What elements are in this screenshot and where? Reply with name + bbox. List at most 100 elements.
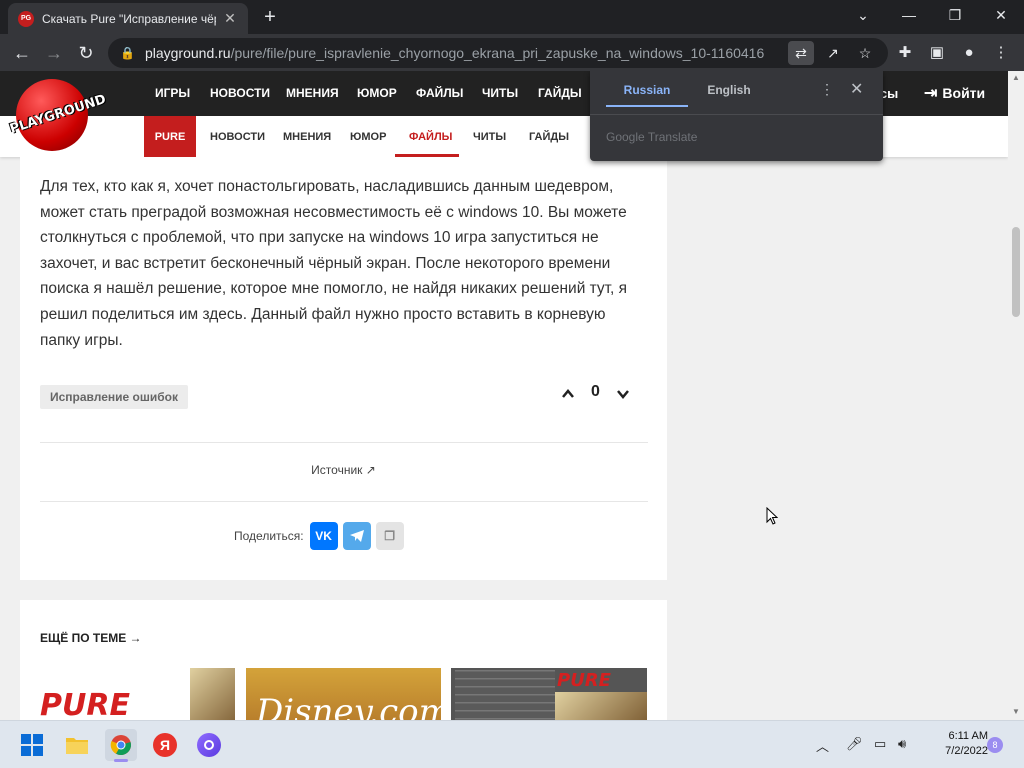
divider [40,442,648,443]
article-line: папку игры. [40,331,123,349]
subnav-item-news[interactable]: НОВОСТИ [210,131,265,143]
network-icon[interactable]: ▭ [874,736,886,752]
related-thumb[interactable]: PURE [451,668,647,720]
external-link-icon: ↗ [365,463,376,477]
nav-item-cheats[interactable]: ЧИТЫ [482,86,518,100]
windows-logo-icon [21,734,43,756]
subnav-item-cheats[interactable]: ЧИТЫ [473,131,506,143]
clock-date: 7/2/2022 [945,745,988,757]
translate-close-icon[interactable]: ✕ [850,79,863,99]
url-text: playground.ru/pure/file/pure_ispravlenie… [144,45,765,61]
lock-icon[interactable]: 🔒 [120,46,135,60]
nav-item-opinions[interactable]: МНЕНИЯ [286,86,339,100]
tab-close-icon[interactable]: ✕ [222,10,238,27]
side-panel-icon[interactable]: ▣ [924,40,950,66]
yandex-browser-button[interactable]: Я [149,729,181,761]
clock-time: 6:11 AM [948,730,988,742]
source-label: Источник [311,463,363,477]
nav-item-games[interactable]: ИГРЫ [155,86,190,100]
translate-tab-english[interactable]: English [688,79,770,107]
start-button[interactable] [16,729,48,761]
restore-button[interactable]: ❐ [932,0,978,30]
translate-tab-russian[interactable]: Russian [606,79,688,107]
thumb-figure [555,692,647,720]
tab-title: Скачать Pure "Исправление чёр [42,11,216,26]
divider [590,114,883,115]
share-vk-button[interactable]: VK [309,522,338,550]
copy-link-button[interactable]: ❐ [375,522,404,550]
translate-tabs: Russian English [606,79,806,107]
nav-item-files[interactable]: ФАЙЛЫ [416,86,463,100]
translate-icon[interactable]: ⇄ [788,41,814,65]
folder-icon [66,738,88,754]
article-line: поиска я нашёл решение, которое мне помо… [40,280,628,298]
article-card: Для тех, кто как я, хочет понастольгиров… [20,157,667,580]
share-icon[interactable]: ↗ [820,41,846,65]
site-favicon-icon: PG [18,10,34,27]
share-telegram-button[interactable] [342,522,371,550]
tab-search-chevron-icon[interactable]: ⌄ [840,0,886,30]
nav-item-news[interactable]: НОВОСТИ [210,86,270,100]
related-card: ЕЩЁ ПО ТЕМЕ → PURE Disney.com PURE [20,600,667,720]
page-scrollbar[interactable]: ▲ ▼ [1008,71,1024,720]
taskbar-clock[interactable]: 6:11 AM 7/2/2022 [924,729,988,759]
nav-item-guides[interactable]: ГАЙДЫ [538,86,582,100]
article-body: Для тех, кто как я, хочет понастольгиров… [40,174,654,353]
upvote-icon[interactable] [561,387,575,406]
nav-item-humor[interactable]: ЮМОР [357,86,397,100]
back-button[interactable]: ← [8,39,36,67]
vk-icon: VK [315,529,332,543]
subnav-item-opinions[interactable]: МНЕНИЯ [283,131,331,143]
login-arrow-icon: ⇥ [924,85,938,102]
alice-icon [197,733,221,757]
thumb-figure [190,668,235,720]
scrollbar-thumb[interactable] [1012,227,1020,317]
notification-badge[interactable]: 8 [987,737,1003,753]
browser-tab[interactable]: PG Скачать Pure "Исправление чёр ✕ [8,3,248,34]
scroll-up-arrow-icon[interactable]: ▲ [1008,73,1024,82]
article-line: захочет, и вас встретит бесконечный чёрн… [40,254,611,272]
divider [40,501,648,502]
translate-options-icon[interactable]: ⋮ [820,81,834,98]
related-thumb[interactable]: PURE [40,668,235,720]
thumb-title: PURE [557,670,611,691]
browser-toolbar: ← → ↻ 🔒 playground.ru/pure/file/pure_isp… [0,34,1024,71]
scroll-down-arrow-icon[interactable]: ▼ [1008,707,1024,716]
tray-chevron-icon[interactable]: ︿ [816,736,829,755]
chrome-taskbar-button[interactable] [105,729,137,762]
yandex-icon: Я [153,733,177,757]
subnav-item-humor[interactable]: ЮМОР [350,131,386,143]
copy-icon: ❐ [384,529,395,543]
vote-count: 0 [591,383,600,400]
subnav-game-pure[interactable]: PURE [144,116,196,157]
forward-button[interactable]: → [40,39,68,67]
new-tab-button[interactable]: + [258,6,282,30]
subnav-item-files[interactable]: ФАЙЛЫ [409,131,452,143]
menu-kebab-icon[interactable]: ⋮ [988,40,1014,66]
microphone-icon[interactable]: 🎤︎ [846,736,863,752]
login-button[interactable]: ⇥ Войти [924,83,985,103]
source-link[interactable]: Источник ↗ [20,463,667,477]
close-window-button[interactable]: ✕ [978,0,1024,30]
related-thumb[interactable]: Disney.com [246,668,441,720]
extensions-icon[interactable]: ✚ [892,40,918,66]
minimize-button[interactable]: — [886,0,932,30]
volume-icon[interactable]: 🔊︎ [898,736,906,752]
article-line: Для тех, кто как я, хочет понастольгиров… [40,178,614,195]
alice-button[interactable] [193,729,225,761]
share-label: Поделиться: [234,529,304,543]
file-explorer-button[interactable] [61,729,93,761]
bookmark-star-icon[interactable]: ☆ [852,41,878,65]
subnav-item-guides[interactable]: ГАЙДЫ [529,131,569,143]
profile-icon[interactable]: ● [956,40,982,66]
category-tag[interactable]: Исправление ошибок [40,385,188,409]
translate-popup: Russian English ⋮ ✕ Google Translate [590,71,883,161]
article-line: может стать преградой возможная несовмес… [40,203,627,221]
address-bar[interactable]: 🔒 playground.ru/pure/file/pure_ispravlen… [108,38,888,68]
taskbar: Я ︿ 🎤︎ ▭ 🔊︎ 6:11 AM 7/2/2022 8 [0,720,1024,768]
article-line: решил поделиться им здесь. Данный файл н… [40,305,606,323]
related-heading[interactable]: ЕЩЁ ПО ТЕМЕ → [40,631,142,645]
reload-button[interactable]: ↻ [72,39,100,67]
downvote-icon[interactable] [616,387,630,406]
thumb-trainer-list [455,670,555,720]
